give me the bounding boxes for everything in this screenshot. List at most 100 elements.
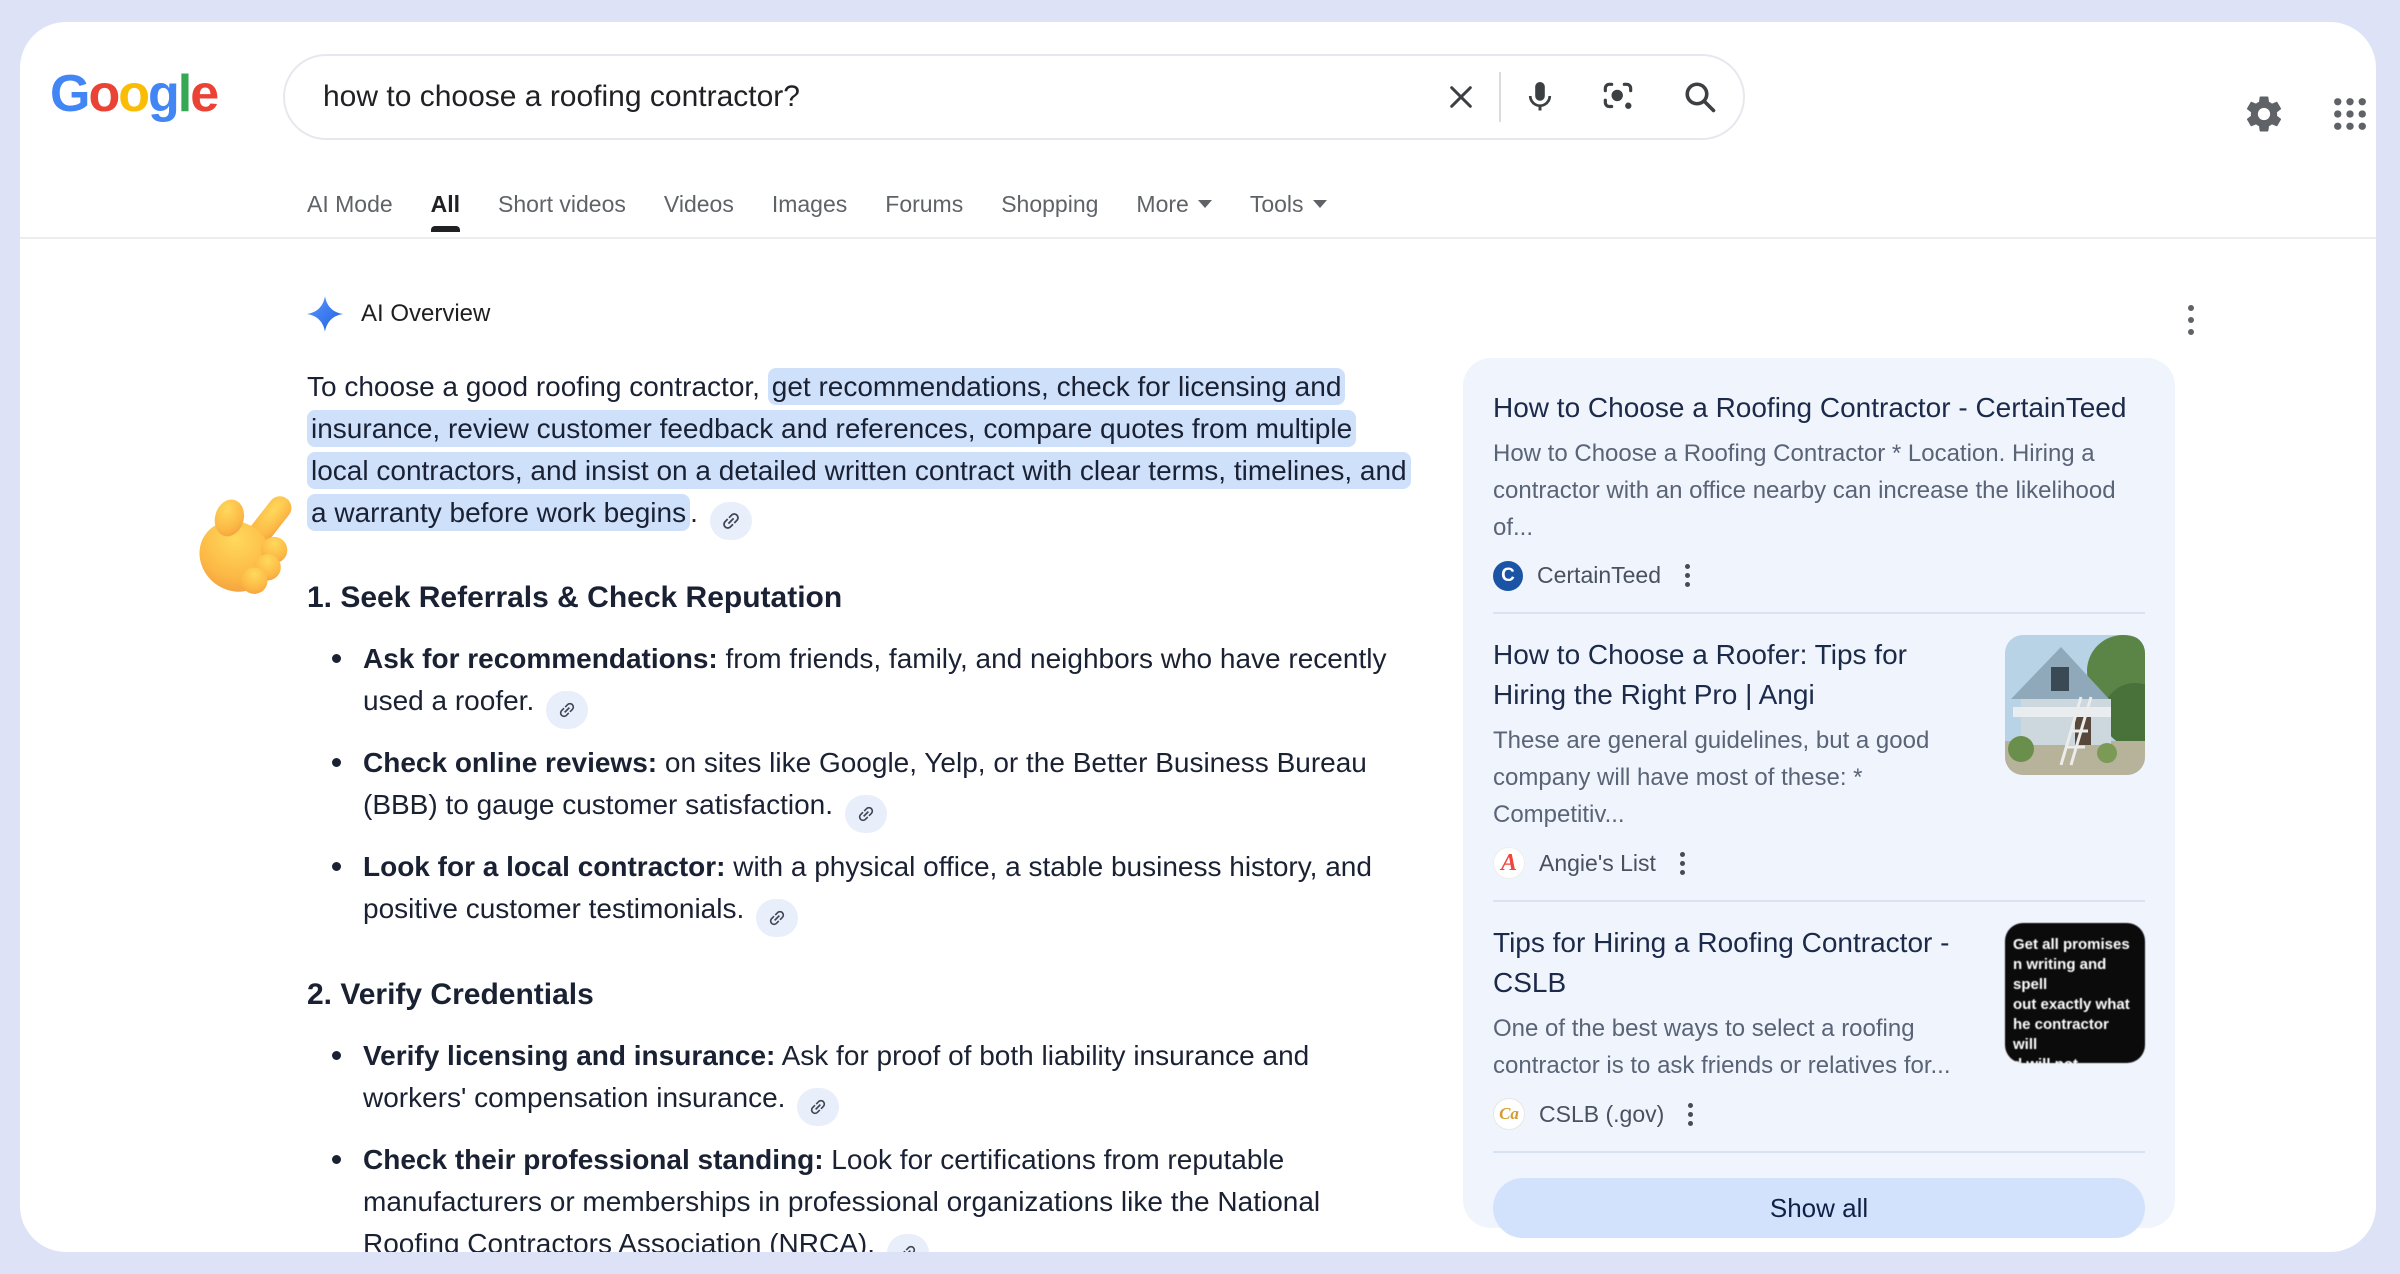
google-logo[interactable]: Google — [50, 66, 217, 122]
thumb-text-line: Get all promises — [2013, 935, 2137, 955]
tab-tools[interactable]: Tools — [1250, 186, 1327, 222]
tab-label: Videos — [664, 191, 734, 218]
card-text: How to Choose a Roofing Contractor - Cer… — [1493, 388, 2145, 591]
bullet-bold: Look for a local contractor: — [363, 851, 726, 882]
tab-label: All — [431, 191, 460, 218]
tab-label: Forums — [885, 191, 963, 218]
thumb-text-line: d will not provide. — [2013, 1055, 2137, 1063]
sources-panel: How to Choose a Roofing Contractor - Cer… — [1463, 358, 2175, 1228]
result-snippet: These are general guidelines, but a good… — [1493, 722, 1983, 833]
pointing-hand-emoji — [183, 484, 315, 616]
ai-overview-header: AI Overview — [307, 296, 1411, 332]
tab-label: AI Mode — [307, 191, 393, 218]
link-chip[interactable] — [797, 1088, 839, 1126]
source-row: C CertainTeed — [1493, 560, 2145, 591]
header-divider — [20, 237, 2376, 239]
thumb-text-line: he contractor will — [2013, 1015, 2137, 1055]
bullet-bold: Ask for recommendations: — [363, 643, 718, 674]
summary-text: To choose a good roofing contractor, — [307, 371, 768, 402]
ai-overview-more-options-icon[interactable] — [2176, 300, 2206, 340]
tab-more[interactable]: More — [1136, 186, 1211, 222]
source-name: Angie's List — [1539, 850, 1656, 877]
header-actions — [2242, 92, 2372, 136]
result-type-tabs: AI Mode All Short videos Videos Images F… — [307, 186, 1327, 222]
logo-letter: G — [50, 66, 88, 122]
card-text: How to Choose a Roofer: Tips for Hiring … — [1493, 635, 1983, 879]
angi-favicon: A — [1493, 847, 1525, 879]
source-card-cslb[interactable]: Tips for Hiring a Roofing Contractor - C… — [1493, 923, 2145, 1130]
source-row: Ca CSLB (.gov) — [1493, 1098, 1983, 1130]
result-title[interactable]: How to Choose a Roofing Contractor - Cer… — [1493, 388, 2145, 428]
ai-overview-label: AI Overview — [361, 300, 490, 328]
certainteed-favicon: C — [1493, 561, 1523, 591]
tab-all[interactable]: All — [431, 186, 460, 222]
card-divider — [1493, 1151, 2145, 1153]
result-thumbnail-house — [2005, 635, 2145, 775]
section-heading: 2. Verify Credentials — [307, 975, 1411, 1015]
bullet-bold: Check their professional standing: — [363, 1144, 824, 1175]
thumb-text-line: n writing and spell — [2013, 955, 2137, 995]
bullet-bold: Verify licensing and insurance: — [363, 1040, 775, 1071]
apps-grid-icon[interactable] — [2328, 92, 2372, 136]
link-chip[interactable] — [756, 899, 798, 937]
more-options-icon[interactable] — [1681, 560, 1694, 591]
clear-icon[interactable] — [1423, 57, 1499, 137]
result-thumbnail-text: Get all promises n writing and spell out… — [2005, 923, 2145, 1063]
tab-images[interactable]: Images — [772, 186, 847, 222]
logo-letter: l — [178, 66, 190, 122]
tab-videos[interactable]: Videos — [664, 186, 734, 222]
result-snippet: One of the best ways to select a roofing… — [1493, 1010, 1983, 1084]
tab-label: Shopping — [1001, 191, 1098, 218]
cslb-favicon: Ca — [1493, 1098, 1525, 1130]
result-snippet: How to Choose a Roofing Contractor * Loc… — [1493, 435, 2145, 546]
card-divider — [1493, 612, 2145, 614]
mic-icon[interactable] — [1501, 57, 1579, 137]
tab-shopping[interactable]: Shopping — [1001, 186, 1098, 222]
source-row: A Angie's List — [1493, 847, 1983, 879]
tab-ai-mode[interactable]: AI Mode — [307, 186, 393, 222]
card-divider — [1493, 900, 2145, 902]
search-input[interactable]: how to choose a roofing contractor? — [285, 80, 1423, 114]
chevron-down-icon — [1313, 200, 1327, 208]
show-all-button[interactable]: Show all — [1493, 1178, 2145, 1238]
list-item: Check online reviews: on sites like Goog… — [307, 742, 1411, 833]
tab-short-videos[interactable]: Short videos — [498, 186, 626, 222]
card-text: Tips for Hiring a Roofing Contractor - C… — [1493, 923, 1983, 1130]
logo-letter: o — [118, 66, 148, 122]
tab-label: Images — [772, 191, 847, 218]
source-card-certainteed[interactable]: How to Choose a Roofing Contractor - Cer… — [1493, 388, 2145, 591]
logo-letter: g — [148, 66, 178, 122]
link-chip[interactable] — [845, 795, 887, 833]
ai-overview-summary: To choose a good roofing contractor, get… — [307, 366, 1411, 540]
result-title[interactable]: Tips for Hiring a Roofing Contractor - C… — [1493, 923, 1983, 1003]
bullet-list: Verify licensing and insurance: Ask for … — [307, 1035, 1411, 1252]
summary-text: . — [690, 497, 698, 528]
tab-label: Short videos — [498, 191, 626, 218]
tab-label: More — [1136, 191, 1188, 218]
section-heading: 1. Seek Referrals & Check Reputation — [307, 578, 1411, 618]
search-bar[interactable]: how to choose a roofing contractor? — [283, 54, 1745, 140]
list-item: Check their professional standing: Look … — [307, 1139, 1411, 1252]
result-title[interactable]: How to Choose a Roofer: Tips for Hiring … — [1493, 635, 1983, 715]
ai-sparkle-icon — [307, 296, 343, 332]
camera-lens-icon[interactable] — [1579, 57, 1657, 137]
link-chip[interactable] — [887, 1234, 929, 1252]
gear-icon[interactable] — [2242, 92, 2286, 136]
tab-label: Tools — [1250, 191, 1304, 218]
search-results-page: Google how to choose a roofing contracto… — [20, 22, 2376, 1252]
link-chip[interactable] — [546, 691, 588, 729]
source-name: CertainTeed — [1537, 562, 1661, 589]
bullet-list: Ask for recommendations: from friends, f… — [307, 638, 1411, 937]
more-options-icon[interactable] — [1684, 1099, 1697, 1130]
list-item: Look for a local contractor: with a phys… — [307, 846, 1411, 937]
more-options-icon[interactable] — [1676, 848, 1689, 879]
link-chip[interactable] — [710, 502, 752, 540]
search-icon[interactable] — [1657, 57, 1743, 137]
bullet-bold: Check online reviews: — [363, 747, 657, 778]
page-background: Google how to choose a roofing contracto… — [0, 0, 2400, 1274]
tab-forums[interactable]: Forums — [885, 186, 963, 222]
ai-overview: AI Overview To choose a good roofing con… — [307, 296, 1411, 1252]
source-card-angi[interactable]: How to Choose a Roofer: Tips for Hiring … — [1493, 635, 2145, 879]
thumb-text-line: out exactly what — [2013, 995, 2137, 1015]
chevron-down-icon — [1198, 200, 1212, 208]
